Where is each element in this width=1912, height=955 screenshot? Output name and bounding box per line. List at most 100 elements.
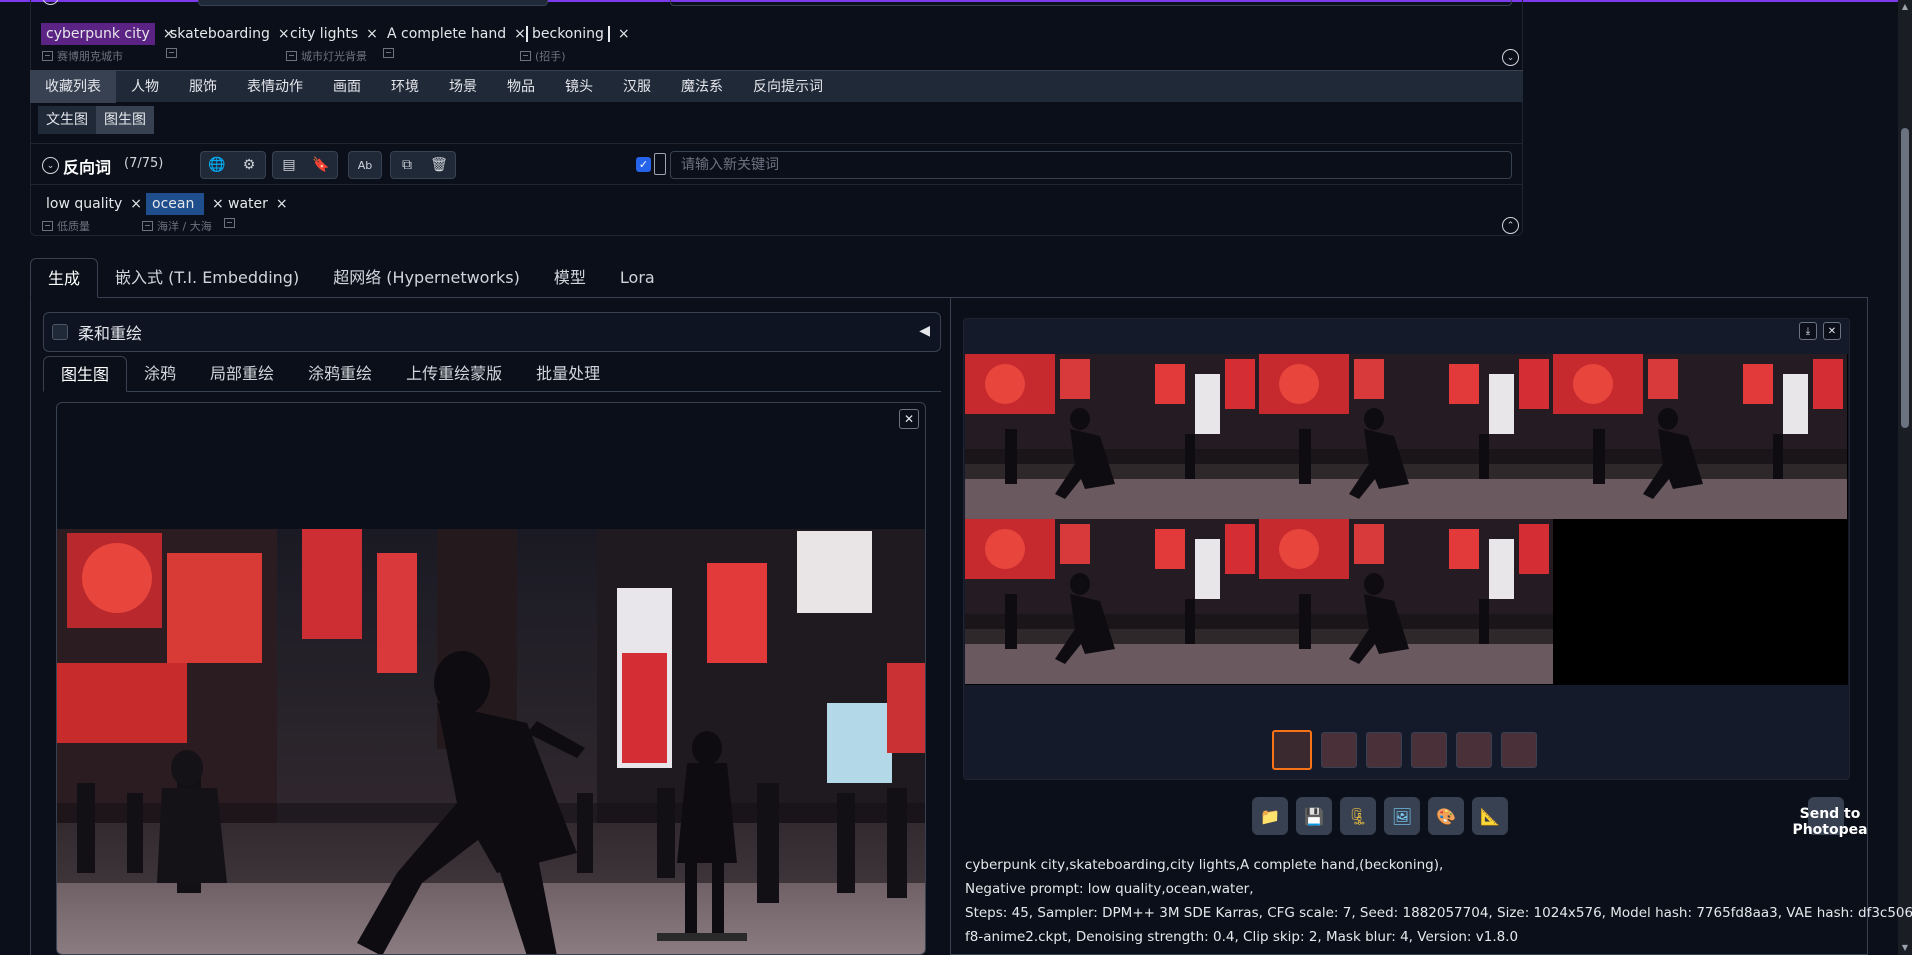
- ruler-icon[interactable]: 📐: [1472, 797, 1508, 835]
- category-lens[interactable]: 镜头: [550, 71, 608, 103]
- download-icon[interactable]: ⤓: [1799, 322, 1817, 340]
- tag-text[interactable]: A complete hand: [387, 26, 506, 42]
- clear-image-icon[interactable]: ✕: [899, 409, 919, 429]
- tag-translation: 城市灯光背景: [286, 48, 367, 64]
- input-image-canvas[interactable]: ✕: [56, 402, 926, 955]
- subtab-img2img[interactable]: 图生图: [96, 106, 154, 134]
- page-scrollbar[interactable]: ▲ ▼: [1898, 0, 1912, 955]
- tag-text[interactable]: low quality: [46, 196, 122, 212]
- thumbnail[interactable]: [1456, 732, 1492, 768]
- tag-text[interactable]: city lights: [290, 26, 358, 42]
- text-cursor-icon: [654, 153, 666, 175]
- category-magic[interactable]: 魔法系: [666, 71, 738, 103]
- category-expression[interactable]: 表情动作: [232, 71, 318, 103]
- chevron-down-circle-icon[interactable]: ⌄: [1502, 49, 1519, 66]
- thumbnail[interactable]: [1366, 732, 1402, 768]
- gear-icon[interactable]: ⚙: [233, 152, 265, 178]
- category-negative[interactable]: 反向提示词: [738, 71, 838, 103]
- enable-negative-checkbox[interactable]: ✓: [636, 157, 651, 172]
- prompt-tag[interactable]: A complete hand ×: [381, 20, 532, 48]
- category-person[interactable]: 人物: [116, 71, 174, 103]
- category-bar: 收藏列表 人物 服饰 表情动作 画面 环境 场景 物品 镜头 汉服 魔法系 反向…: [30, 70, 1523, 103]
- image-icon[interactable]: 🖼: [1384, 797, 1420, 835]
- output-grid-image[interactable]: [965, 354, 1848, 685]
- globe-icon[interactable]: 🌐: [201, 152, 233, 178]
- prompt-tag[interactable]: city lights ×: [284, 20, 384, 48]
- negative-tag[interactable]: ocean ×: [146, 190, 230, 218]
- prompt-tag[interactable]: beckoning ×: [520, 20, 636, 48]
- tag-text[interactable]: cyberpunk city: [41, 23, 155, 45]
- remove-tag-icon[interactable]: ×: [130, 196, 142, 212]
- chevron-up-circle-icon[interactable]: ⌃: [1502, 217, 1519, 234]
- edit-icon[interactable]: [42, 51, 53, 61]
- tab-inpaint-upload[interactable]: 上传重绘蒙版: [389, 356, 519, 392]
- tab-inpaint[interactable]: 局部重绘: [193, 356, 291, 392]
- scroll-down-arrow-icon[interactable]: ▼: [1901, 944, 1909, 952]
- tab-lora[interactable]: Lora: [603, 258, 672, 298]
- edit-icon[interactable]: [520, 51, 531, 61]
- tag-text[interactable]: beckoning: [526, 26, 610, 42]
- soft-inpainting-accordion[interactable]: 柔和重绘 ◀: [43, 312, 941, 352]
- edit-icon[interactable]: [286, 51, 297, 61]
- tab-embedding[interactable]: 嵌入式 (T.I. Embedding): [98, 258, 316, 298]
- zip-icon[interactable]: 🗜: [1340, 797, 1376, 835]
- thumbnail[interactable]: [1501, 732, 1537, 768]
- tab-batch[interactable]: 批量处理: [519, 356, 617, 392]
- scrollbar-thumb[interactable]: [1901, 128, 1909, 428]
- tag-text[interactable]: skateboarding: [170, 26, 270, 42]
- category-items[interactable]: 物品: [492, 71, 550, 103]
- palette-icon[interactable]: 🎨: [1428, 797, 1464, 835]
- collapse-triangle-icon[interactable]: ◀: [919, 323, 930, 339]
- remove-tag-icon[interactable]: ×: [276, 196, 288, 212]
- tag-text[interactable]: water: [228, 196, 268, 212]
- close-gallery-icon[interactable]: ✕: [1823, 322, 1841, 340]
- category-scene-style[interactable]: 画面: [318, 71, 376, 103]
- negative-title: 反向词: [63, 158, 112, 177]
- negative-keyword-input[interactable]: 请输入新关键词: [670, 151, 1512, 179]
- negative-tag[interactable]: low quality ×: [40, 190, 148, 218]
- tag-translation: (招手): [520, 48, 566, 64]
- send-to-photopea-button[interactable]: Send to Photopea: [1790, 806, 1870, 838]
- edit-icon[interactable]: [166, 48, 177, 58]
- edit-icon[interactable]: [383, 48, 394, 58]
- folder-icon[interactable]: 📁: [1252, 797, 1288, 835]
- bookmark-icon[interactable]: 🔖: [305, 152, 337, 178]
- keyword-input-fragment[interactable]: [670, 0, 1512, 6]
- soft-inpainting-checkbox[interactable]: [52, 324, 68, 340]
- category-environment[interactable]: 环境: [376, 71, 434, 103]
- edit-icon[interactable]: [142, 221, 153, 231]
- thumbnail[interactable]: [1411, 732, 1447, 768]
- edit-icon[interactable]: [42, 221, 53, 231]
- tag-translation: 赛博朋克城市: [42, 48, 123, 64]
- remove-tag-icon[interactable]: ×: [366, 26, 378, 42]
- tab-inpaint-sketch[interactable]: 涂鸦重绘: [291, 356, 389, 392]
- info-params-cont: f8-anime2.ckpt, Denoising strength: 0.4,…: [965, 929, 1519, 945]
- category-favorites[interactable]: 收藏列表: [30, 71, 116, 103]
- file-settings-icon[interactable]: ▤: [273, 152, 305, 178]
- chevron-down-circle-icon[interactable]: ⌄: [42, 157, 59, 174]
- category-clothing[interactable]: 服饰: [174, 71, 232, 103]
- tab-img2img[interactable]: 图生图: [43, 356, 128, 392]
- subtab-txt2img[interactable]: 文生图: [38, 106, 96, 134]
- prompt-tag[interactable]: cyberpunk city ×: [40, 20, 181, 48]
- edit-icon[interactable]: [224, 218, 235, 228]
- text-replace-icon[interactable]: Ab: [349, 152, 381, 178]
- trash-icon[interactable]: 🗑: [423, 152, 455, 178]
- prompt-tag[interactable]: skateboarding ×: [164, 20, 296, 48]
- tab-sketch[interactable]: 涂鸦: [127, 356, 193, 392]
- save-icon[interactable]: 💾: [1296, 797, 1332, 835]
- tag-translation: 海洋 / 大海: [142, 218, 212, 234]
- tab-model[interactable]: 模型: [537, 258, 603, 298]
- tab-hypernetworks[interactable]: 超网络 (Hypernetworks): [316, 258, 537, 298]
- tag-text[interactable]: ocean: [146, 193, 204, 215]
- negative-tag[interactable]: water ×: [222, 190, 294, 218]
- category-scene[interactable]: 场景: [434, 71, 492, 103]
- collapse-icon[interactable]: [42, 0, 59, 5]
- category-hanfu[interactable]: 汉服: [608, 71, 666, 103]
- thumbnail[interactable]: [1321, 732, 1357, 768]
- scroll-up-arrow-icon[interactable]: ▲: [1901, 3, 1909, 11]
- copy-icon[interactable]: ⧉: [391, 152, 423, 178]
- remove-tag-icon[interactable]: ×: [618, 26, 630, 42]
- thumbnail-grid[interactable]: [1272, 730, 1312, 770]
- tab-generate[interactable]: 生成: [30, 258, 99, 298]
